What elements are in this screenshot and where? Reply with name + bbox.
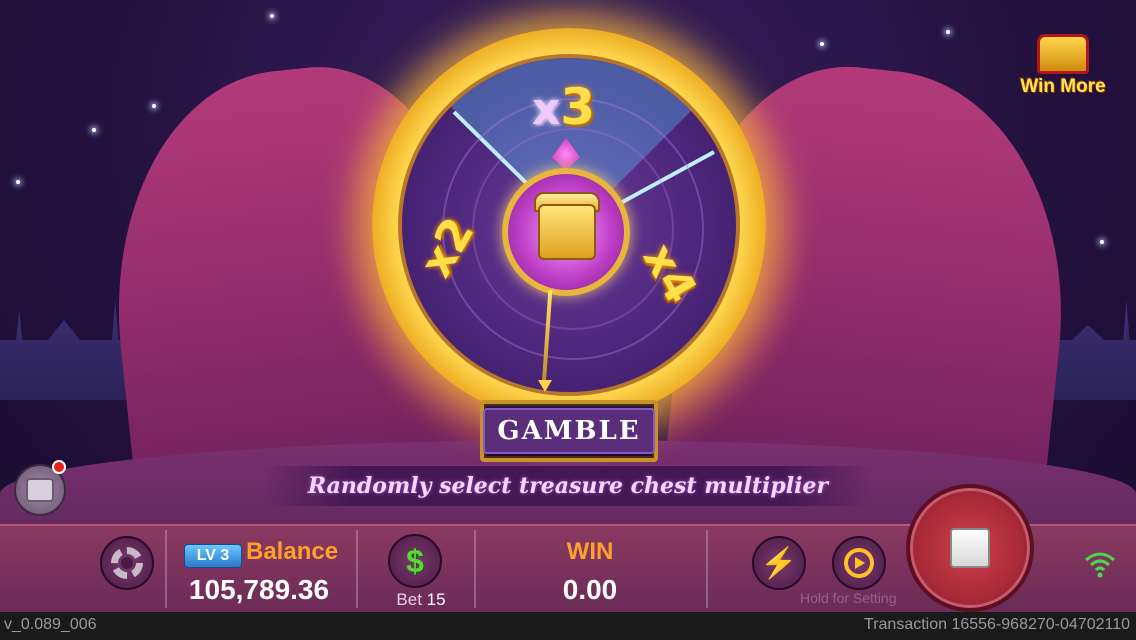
backpack-icon: [26, 478, 54, 502]
bet-display: Bet 15: [386, 590, 456, 610]
win-more-button[interactable]: Win More: [1018, 28, 1108, 98]
star: [946, 30, 950, 34]
pointer-tip-icon: [538, 380, 552, 392]
multiplier-x3: x3: [532, 78, 596, 136]
bet-value: 15: [426, 590, 446, 609]
divider: [474, 530, 476, 608]
star: [270, 14, 274, 18]
gamble-button-label: GAMBLE: [483, 408, 655, 454]
transaction-id: Transaction 16556-968270-04702110: [864, 616, 1130, 633]
star: [1100, 240, 1104, 244]
wifi-icon: [1085, 552, 1115, 578]
gamble-button[interactable]: GAMBLE: [480, 400, 658, 462]
win-label: WIN: [566, 538, 614, 565]
version-label: v_0.089_006: [4, 616, 97, 633]
win-more-label: Win More: [1020, 76, 1106, 97]
divider: [706, 530, 708, 608]
divider: [165, 530, 167, 608]
treasure-chest-icon: [1037, 34, 1089, 74]
balance-label: Balance: [246, 538, 339, 565]
gamble-tagline: Randomly select treasure chest multiplie…: [262, 466, 874, 506]
star: [92, 128, 96, 132]
divider: [356, 530, 358, 608]
star: [16, 180, 20, 184]
win-value: 0.00: [562, 574, 618, 605]
bet-button[interactable]: $: [388, 534, 442, 588]
star: [820, 42, 824, 46]
balance-value: 105,789.36: [188, 574, 330, 605]
hold-hint: Hold for Setting: [800, 590, 897, 606]
star: [152, 104, 156, 108]
autoplay-button[interactable]: [832, 536, 886, 590]
bet-label: Bet: [396, 590, 422, 609]
gear-icon: [111, 547, 143, 579]
notification-dot: [52, 460, 66, 474]
settings-button[interactable]: [100, 536, 154, 590]
spin-stop-button[interactable]: [906, 484, 1034, 612]
level-badge: LV 3: [184, 544, 242, 568]
stop-icon: [950, 528, 990, 568]
autoplay-icon: [844, 548, 874, 578]
turbo-button[interactable]: ⚡: [752, 536, 806, 590]
dollar-icon: $: [406, 542, 424, 579]
lightning-icon: ⚡: [760, 546, 798, 580]
treasure-chest-icon: [538, 204, 596, 260]
